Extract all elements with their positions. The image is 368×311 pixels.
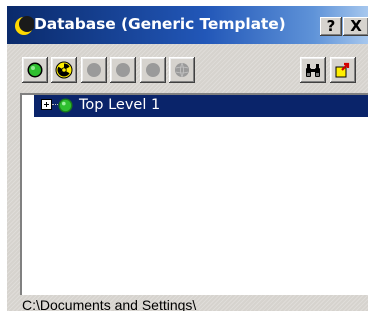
radiation-icon [55, 61, 73, 79]
close-button[interactable]: X [343, 17, 368, 36]
export-button[interactable] [330, 57, 356, 83]
expand-plus-icon[interactable] [41, 99, 52, 110]
status-path: C:\Documents and Settings\ [22, 297, 197, 311]
binoculars-icon [306, 64, 320, 77]
toolbar-disabled-button-3[interactable] [140, 57, 166, 83]
database-window: Database (Generic Template) ? X Top Leve… [7, 6, 368, 311]
toolbar-radiation-button[interactable] [51, 57, 77, 83]
gray-sphere-icon [175, 62, 189, 78]
toolbar-disabled-button-1[interactable] [81, 57, 107, 83]
title-bar[interactable]: Database (Generic Template) ? X [7, 6, 368, 44]
export-icon [335, 62, 350, 78]
gray-circle-icon [87, 63, 101, 77]
tree-node-label: Top Level 1 [79, 97, 161, 113]
toolbar-green-status-button[interactable] [22, 57, 48, 83]
window-title: Database (Generic Template) [34, 15, 286, 33]
find-button[interactable] [300, 57, 326, 83]
green-circle-icon [27, 62, 43, 78]
moon-app-icon [15, 16, 34, 35]
toolbar-disabled-button-4[interactable] [169, 57, 195, 83]
status-bar: C:\Documents and Settings\ [20, 296, 368, 311]
gray-circle-icon [116, 63, 130, 77]
green-circle-icon [58, 98, 73, 113]
help-button[interactable]: ? [320, 17, 342, 36]
tree-view[interactable]: Top Level 1 [20, 93, 368, 295]
toolbar-disabled-button-2[interactable] [110, 57, 136, 83]
gray-circle-icon [146, 63, 160, 77]
tree-node-top-level-1[interactable]: Top Level 1 [34, 95, 368, 117]
